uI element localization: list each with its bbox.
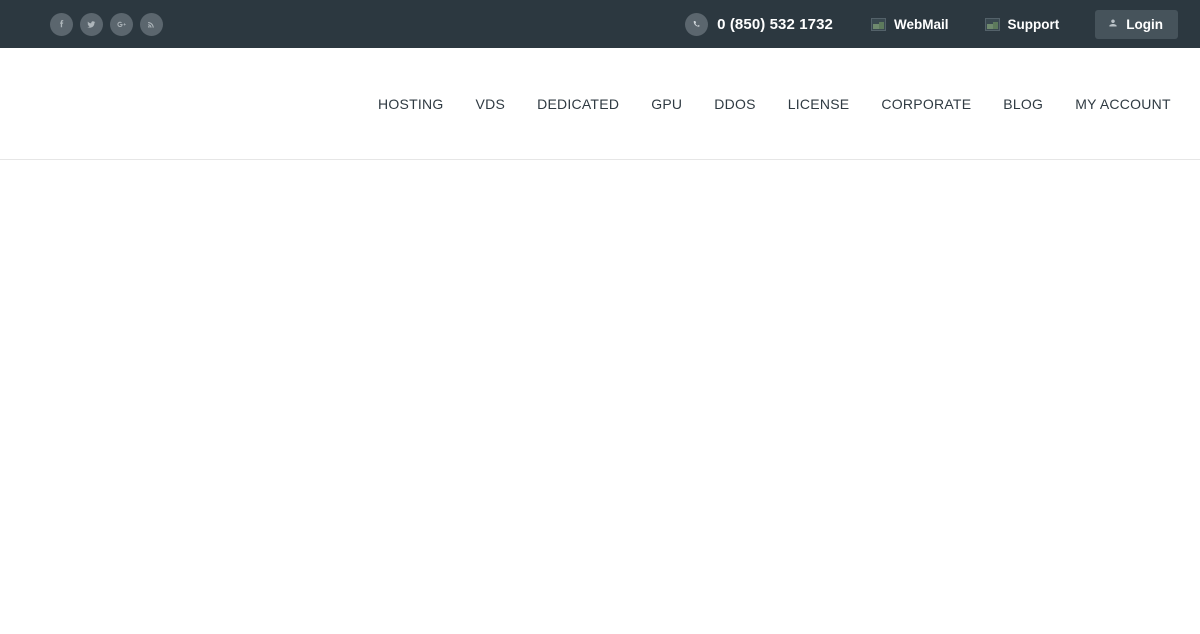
- phone-number: 0 (850) 532 1732: [717, 15, 833, 33]
- nav-item-blog[interactable]: BLOG: [987, 96, 1059, 112]
- nav-item-hosting[interactable]: HOSTING: [378, 96, 460, 112]
- phone-icon: [685, 12, 709, 36]
- nav-item-gpu[interactable]: GPU: [635, 96, 698, 112]
- support-link[interactable]: Support: [984, 16, 1060, 32]
- site-header: HOSTING VDS DEDICATED GPU DDOS LICENSE C…: [0, 48, 1200, 160]
- phone-block[interactable]: 0 (850) 532 1732: [685, 12, 833, 36]
- nav-item-my-account[interactable]: MY ACCOUNT: [1059, 96, 1171, 112]
- webmail-label: WebMail: [893, 16, 949, 32]
- rss-icon[interactable]: [140, 12, 163, 36]
- google-plus-icon[interactable]: [110, 12, 133, 36]
- user-icon: [1107, 17, 1119, 32]
- top-utility-bar: 0 (850) 532 1732 WebMail Support Login: [0, 0, 1200, 48]
- nav-item-vds[interactable]: VDS: [460, 96, 522, 112]
- site-logo[interactable]: [22, 74, 322, 134]
- webmail-link[interactable]: WebMail: [870, 16, 949, 32]
- page-content-area: [0, 160, 1200, 633]
- broken-image-icon: [870, 17, 886, 31]
- social-links: [50, 12, 163, 36]
- login-button[interactable]: Login: [1095, 9, 1178, 39]
- main-navigation: HOSTING VDS DEDICATED GPU DDOS LICENSE C…: [378, 48, 1171, 160]
- broken-image-icon: [984, 17, 1000, 31]
- login-button-label: Login: [1126, 16, 1163, 32]
- facebook-icon[interactable]: [50, 12, 73, 36]
- support-label: Support: [1007, 16, 1060, 32]
- nav-item-ddos[interactable]: DDOS: [698, 96, 771, 112]
- top-utility-right: 0 (850) 532 1732 WebMail Support Login: [685, 0, 1200, 48]
- nav-item-corporate[interactable]: CORPORATE: [865, 96, 987, 112]
- twitter-icon[interactable]: [80, 12, 103, 36]
- nav-item-dedicated[interactable]: DEDICATED: [521, 96, 635, 112]
- nav-item-license[interactable]: LICENSE: [772, 96, 866, 112]
